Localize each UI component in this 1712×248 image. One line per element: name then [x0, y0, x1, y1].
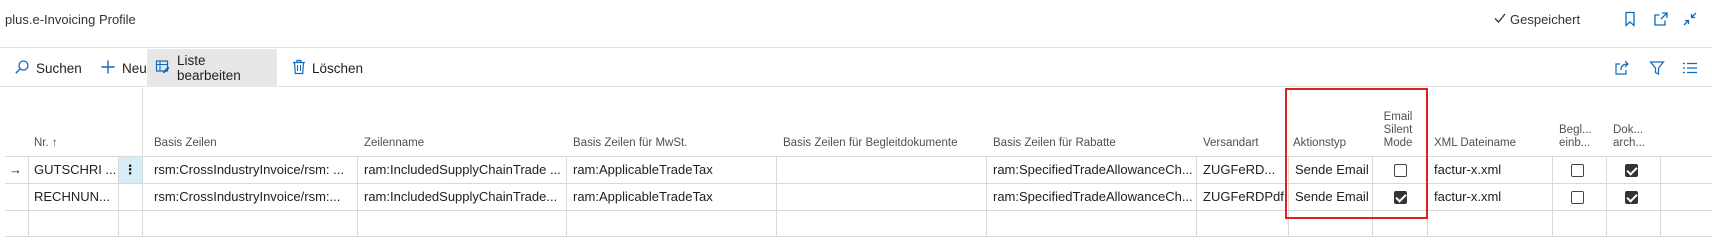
cell-versandart[interactable]: ZUGFeRDPdf — [1197, 184, 1287, 211]
cell-versandart[interactable]: ZUGFeRD... — [1197, 157, 1287, 184]
cell-basis-begleitdokumente[interactable] — [777, 157, 985, 184]
column-header-begleitdokumente-einbetten[interactable]: Begl... einb... — [1553, 88, 1608, 156]
begl-line-2: einb... — [1559, 137, 1591, 149]
grid-line — [1196, 156, 1197, 237]
cell-zeilenname[interactable]: ram:IncludedSupplyChainTrade ... — [358, 157, 566, 184]
grid-line — [986, 156, 987, 237]
cell-basis-rabatte[interactable]: ram:SpecifiedTradeAllowanceCh... — [987, 157, 1195, 184]
dokument-archivieren-checkbox[interactable] — [1625, 191, 1638, 204]
edit-list-button[interactable]: Liste bearbeiten — [147, 49, 277, 87]
bookmark-icon[interactable] — [1620, 9, 1640, 29]
cell-basis-zeilen[interactable]: rsm:CrossIndustryInvoice/rsm:... — [148, 184, 346, 211]
highlight-annotation-box — [1285, 88, 1428, 219]
column-header-basis-mwst[interactable]: Basis Zeilen für MwSt. — [567, 88, 765, 156]
plus-icon — [100, 59, 116, 78]
column-header-basis-zeilen[interactable]: Basis Zeilen — [148, 88, 346, 156]
cell-nr[interactable]: GUTSCHRI ... — [28, 157, 118, 184]
trash-icon — [292, 59, 306, 78]
grid-line — [118, 156, 119, 237]
begl-line-1: Begl... — [1559, 124, 1592, 136]
saved-label: Gespeichert — [1510, 12, 1581, 27]
grid-line — [28, 156, 29, 237]
search-icon — [14, 59, 30, 78]
column-header-basis-rabatte[interactable]: Basis Zeilen für Rabatte — [987, 88, 1185, 156]
begleitdokumente-checkbox[interactable] — [1571, 164, 1584, 177]
action-bar: Suchen Neu Liste bearbeiten Löschen — [0, 49, 1712, 87]
dok-line-2: arch... — [1613, 137, 1645, 149]
delete-label: Löschen — [312, 60, 364, 76]
grid-line — [357, 156, 358, 237]
row-actions-menu-icon[interactable]: ⋮ — [118, 157, 142, 184]
cell-xml-dateiname[interactable]: factur-x.xml — [1428, 184, 1543, 211]
grid-line — [1552, 156, 1553, 237]
profile-list: Nr. ↑ Basis Zeilen Zeilenname Basis Zeil… — [5, 88, 1712, 240]
row-indicator-arrow-icon: → — [9, 162, 22, 177]
new-label: Neu — [122, 60, 147, 76]
cell-basis-begleitdokumente[interactable] — [777, 184, 985, 211]
cell-basis-mwst[interactable]: ram:ApplicableTradeTax — [567, 157, 775, 184]
column-header-nr[interactable]: Nr. ↑ — [28, 88, 118, 156]
checkmark-icon — [1493, 11, 1507, 28]
empty-new-row[interactable] — [5, 210, 1712, 237]
cell-xml-dateiname[interactable]: factur-x.xml — [1428, 157, 1543, 184]
delete-button[interactable]: Löschen — [284, 49, 371, 87]
table-row[interactable]: RECHNUN... rsm:CrossIndustryInvoice/rsm:… — [5, 183, 1712, 210]
share-icon[interactable] — [1612, 58, 1632, 78]
edit-list-label: Liste bearbeiten — [177, 53, 241, 83]
grid-line — [566, 156, 567, 237]
title-bar: plus.e-Invoicing Profile Gespeichert — [0, 0, 1712, 48]
saved-status: Gespeichert — [1493, 11, 1580, 28]
cell-basis-zeilen[interactable]: rsm:CrossIndustryInvoice/rsm: ... — [148, 157, 346, 184]
cell-basis-rabatte[interactable]: ram:SpecifiedTradeAllowanceCh... — [987, 184, 1195, 211]
column-header-basis-begleitdokumente[interactable]: Basis Zeilen für Begleitdokumente — [777, 88, 975, 156]
edit-list-icon — [155, 59, 171, 78]
table-row[interactable]: → GUTSCHRI ... ⋮ rsm:CrossIndustryInvoic… — [5, 156, 1712, 184]
open-new-window-icon[interactable] — [1651, 9, 1671, 29]
column-header-versandart[interactable]: Versandart — [1197, 88, 1282, 156]
column-header-dokument-archivieren[interactable]: Dok... arch... — [1607, 88, 1662, 156]
collapse-icon[interactable] — [1680, 9, 1700, 29]
cell-basis-mwst[interactable]: ram:ApplicableTradeTax — [567, 184, 775, 211]
new-button[interactable]: Neu — [92, 49, 155, 87]
filter-icon[interactable] — [1647, 58, 1667, 78]
cell-nr[interactable]: RECHNUN... — [28, 184, 118, 211]
list-view-icon[interactable] — [1680, 58, 1700, 78]
cell-zeilenname[interactable]: ram:IncludedSupplyChainTrade... — [358, 184, 566, 211]
grid-line — [1660, 156, 1661, 237]
column-header-xml-dateiname[interactable]: XML Dateiname — [1428, 88, 1543, 156]
grid-line — [142, 88, 143, 237]
grid-line — [1606, 156, 1607, 237]
search-label: Suchen — [36, 60, 82, 76]
dokument-archivieren-checkbox[interactable] — [1625, 164, 1638, 177]
begleitdokumente-checkbox[interactable] — [1571, 191, 1584, 204]
grid-line — [776, 156, 777, 237]
dok-line-1: Dok... — [1613, 124, 1644, 136]
column-header-zeilenname[interactable]: Zeilenname — [358, 88, 556, 156]
page-title: plus.e-Invoicing Profile — [5, 12, 136, 27]
search-button[interactable]: Suchen — [6, 49, 90, 87]
